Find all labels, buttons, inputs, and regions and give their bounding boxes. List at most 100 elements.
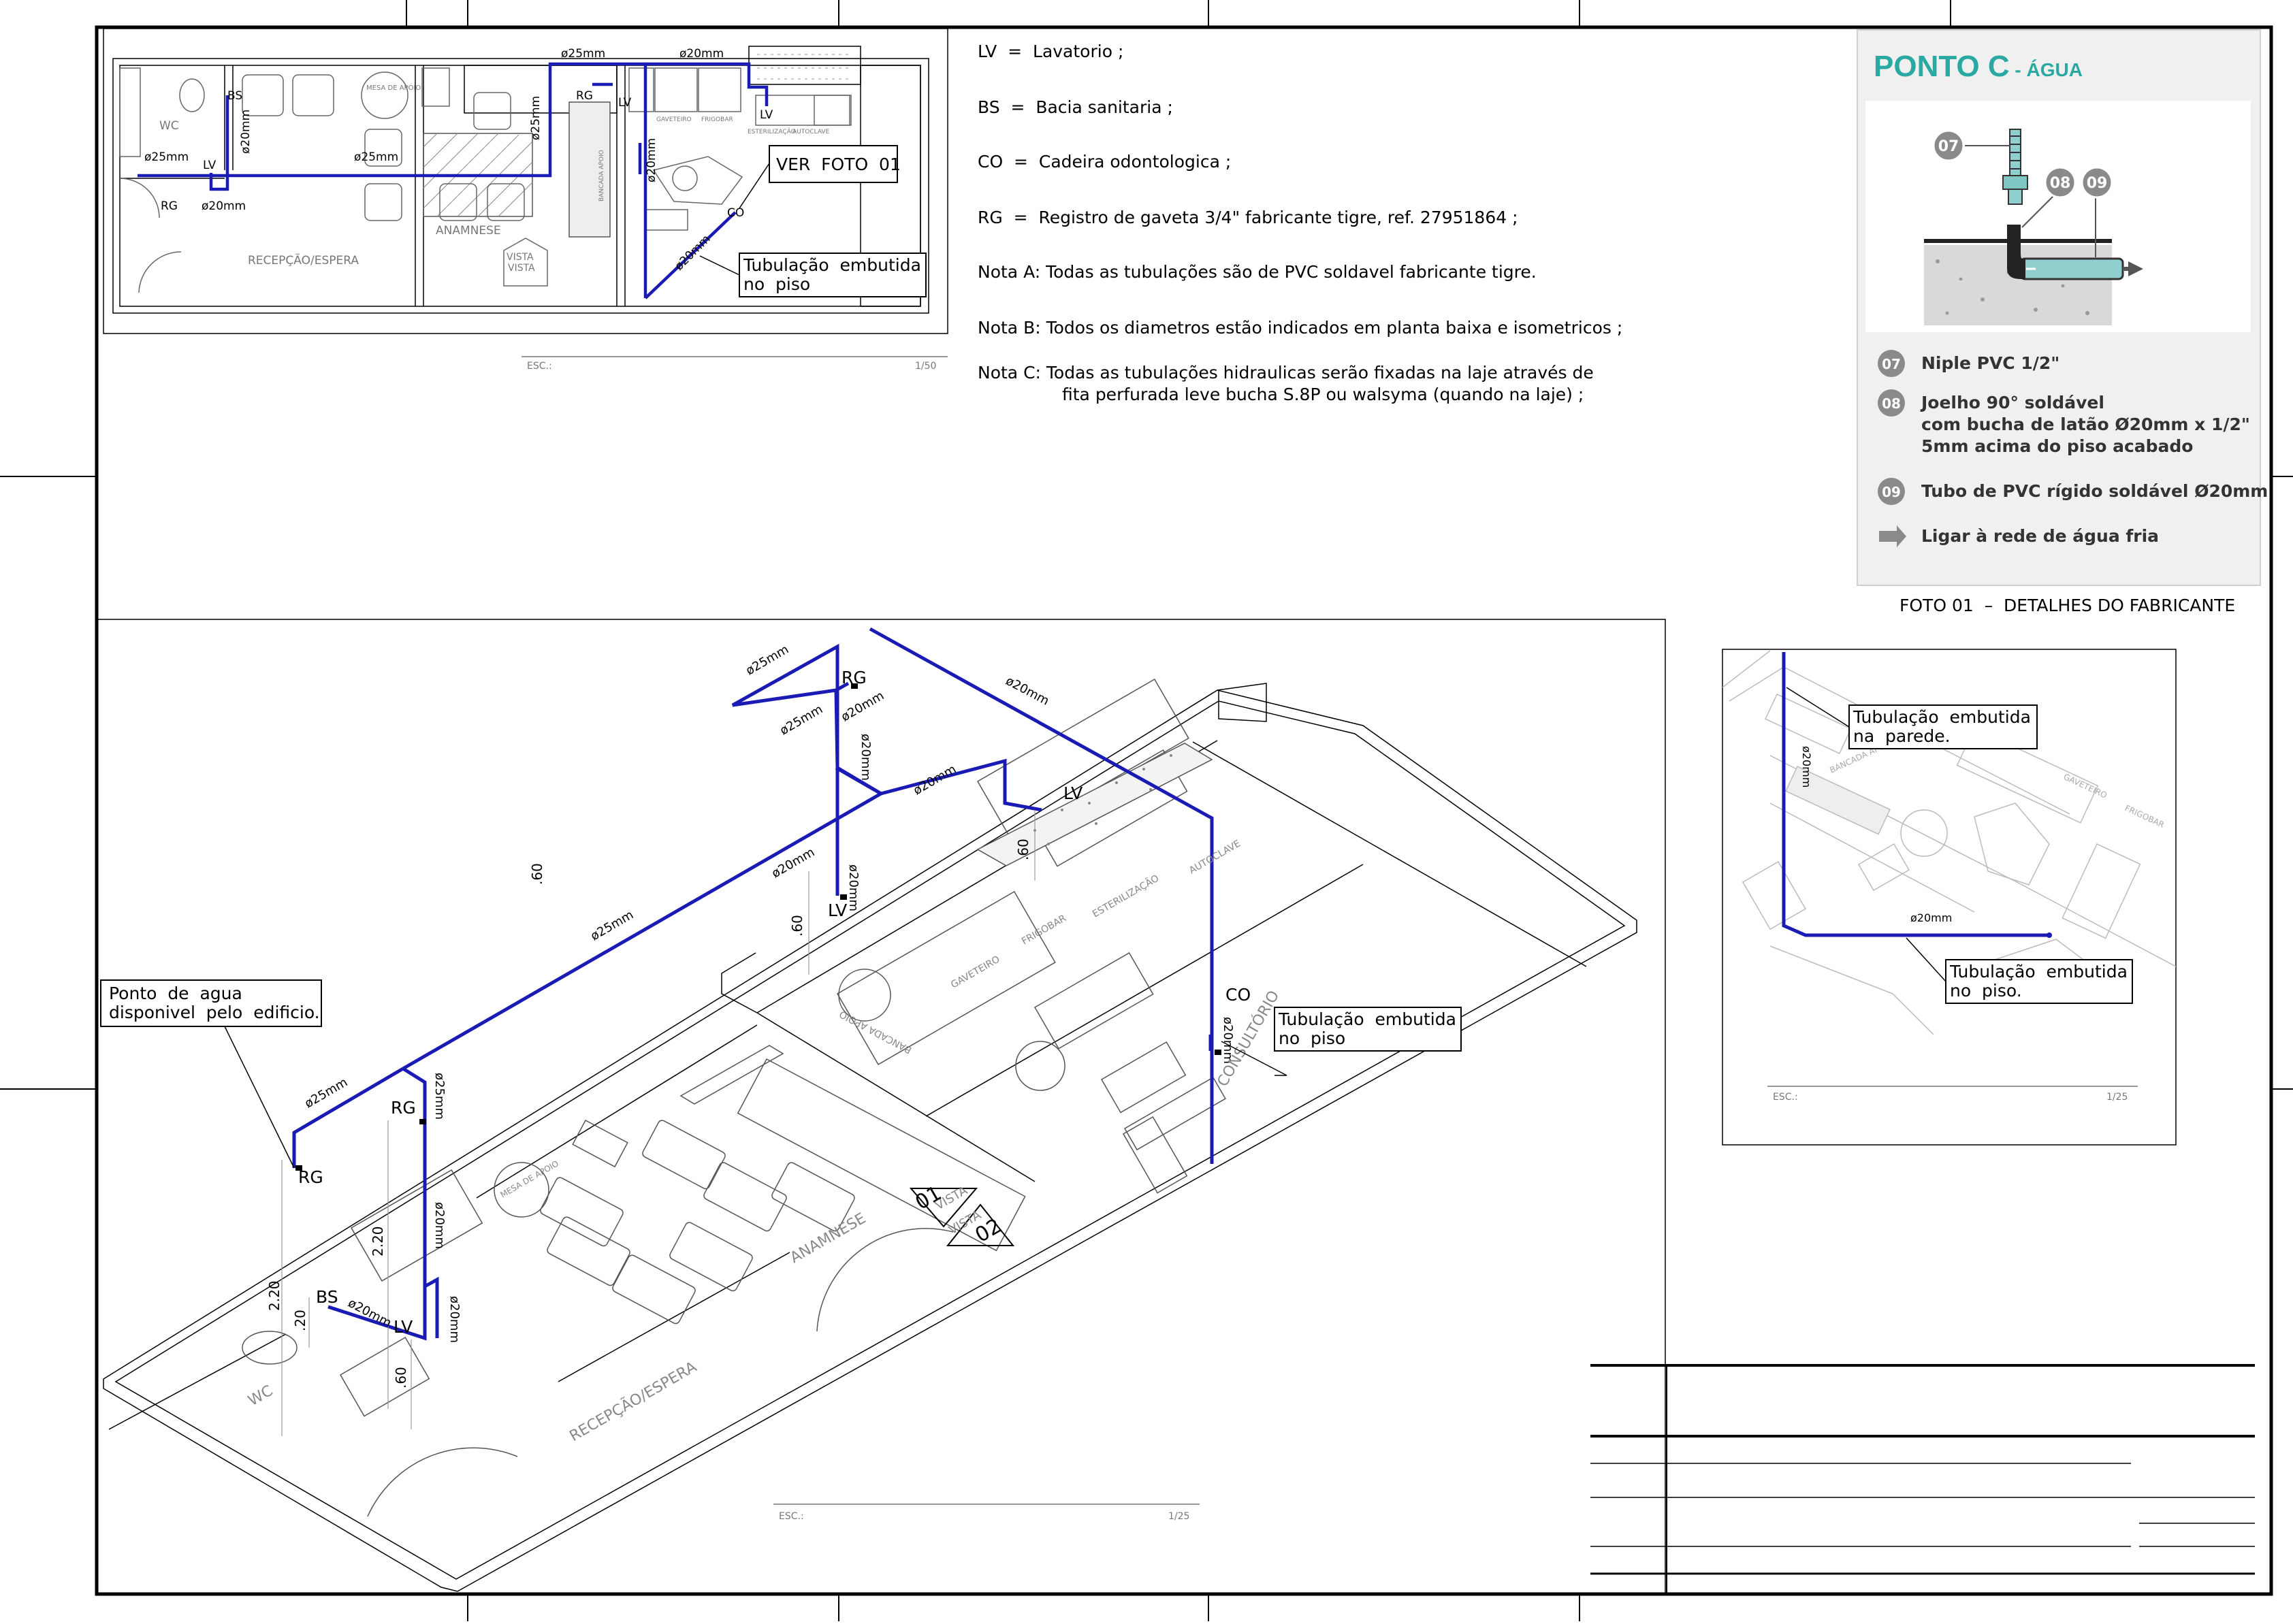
iso-room-recepcao: RECEPÇÃO/ESPERA: [566, 1357, 700, 1445]
iso-branch-lv-wc: [423, 1276, 439, 1338]
plan-dim-8: ø20mm: [679, 47, 724, 61]
note-c-line2: fita perfurada leve bucha S.8P ou walsym…: [1062, 385, 1584, 404]
iso-room-autoclave: AUTOCLAVE: [1187, 838, 1242, 876]
callout-07-label: 07: [1938, 138, 1959, 155]
note-a: Nota A: Todas as tubulações são de PVC s…: [978, 262, 1537, 282]
detail-callout-floor-l2: no piso.: [1950, 981, 2022, 1001]
iso-room-gaveteiro: GAVETEIRO: [949, 954, 1001, 990]
list-item-08-line3: 5mm acima do piso acabado: [1921, 436, 2193, 456]
list-badge-08-num: 08: [1882, 395, 1901, 412]
plan-equip-5: BANCADA APOIO: [598, 150, 605, 201]
list-badge-07-num: 07: [1882, 356, 1901, 372]
plan-callout-foto-text: VER FOTO 01: [776, 155, 901, 174]
legend-bs: BS = Bacia sanitaria ;: [978, 97, 1173, 117]
iso-h-5: 2.20: [266, 1280, 283, 1311]
iso-callout-floor-l1: Tubulação embutida: [1278, 1009, 1456, 1029]
iso-room-anamnese: ANAMNESE: [788, 1210, 869, 1267]
plan-room-mesa: MESA DE APOIO: [366, 84, 421, 92]
iso-run-lv: [880, 758, 1042, 812]
title-block: [1590, 1364, 2255, 1594]
plan-label-rg: RG: [161, 199, 178, 213]
iso-label-lv2: LV: [1063, 783, 1083, 803]
legend-lv: LV = Lavatorio ;: [978, 42, 1123, 61]
plan-label-lv2: LV: [618, 96, 632, 110]
iso-dim-2: ø25mm: [777, 702, 825, 738]
detail-callout-floor-l1: Tubulação embutida: [1949, 962, 2128, 981]
callout-09-label: 09: [2087, 175, 2108, 192]
plan-dim-4: ø20mm: [239, 110, 253, 154]
legend-notes: LV = Lavatorio ; BS = Bacia sanitaria ; …: [978, 42, 1622, 404]
detail-callout-wall-l1: Tubulação embutida: [1853, 707, 2031, 727]
list-item-connect: Ligar à rede de água fria: [1921, 526, 2159, 546]
iso-run-east: [869, 627, 1214, 1164]
iso-label-lv1: LV: [828, 900, 847, 920]
plan-room-wc: WC: [159, 119, 179, 133]
iso-dim-9: ø25mm: [432, 1073, 447, 1120]
plan-dim-3: ø25mm: [354, 150, 398, 164]
plan-dim-7: ø25mm: [561, 47, 605, 61]
list-item-07: Niple PVC 1/2": [1921, 353, 2059, 373]
plan-room-anamnese: ANAMNESE: [436, 224, 501, 238]
note-c-line1: Nota C: Todas as tubulações hidraulicas …: [978, 363, 1594, 383]
plan-dim-1: ø25mm: [144, 150, 189, 164]
detail-scale-value: 1/25: [2106, 1092, 2128, 1103]
iso-scale-label: ESC.:: [779, 1511, 804, 1522]
iso-h-1: .60: [789, 915, 805, 937]
plan-label-bs: BS: [227, 89, 242, 103]
plan-dim-9: ø20mm: [672, 232, 713, 273]
plan-equip-3: ESTERILIZAÇÃO: [748, 128, 796, 135]
note-b: Nota B: Todos os diametros estão indicad…: [978, 318, 1622, 338]
iso-label-rg2: RG: [391, 1098, 416, 1118]
list-item-08-line2: com bucha de latão Ø20mm x 1/2": [1921, 415, 2250, 434]
iso-callout-water-l1: Ponto de agua: [109, 984, 242, 1003]
plan-label-lv: LV: [203, 159, 217, 172]
iso-h-4: 2.20: [370, 1226, 386, 1256]
plan-scale-label: ESC.:: [527, 361, 552, 372]
iso-dim-5: ø20mm: [846, 864, 861, 911]
iso-label-bs: BS: [316, 1287, 338, 1307]
iso-room-wc: WC: [246, 1382, 276, 1410]
plan-callout-floor-l2: no piso: [743, 274, 810, 294]
plan-dim-6: ø20mm: [645, 138, 658, 182]
iso-dim-4: ø20mm: [859, 734, 873, 781]
iso-dim-13: ø20mm: [447, 1296, 462, 1343]
iso-callout-water-l2: disponivel pelo edificio.: [109, 1003, 320, 1022]
detail-scale-label: ESC.:: [1773, 1092, 1798, 1103]
iso-callout-floor-l2: no piso: [1279, 1028, 1345, 1048]
plan-equip-2: FRIGOBAR: [701, 116, 733, 123]
plan-equip-1: GAVETEIRO: [656, 116, 692, 123]
list-item-09: Tubo de PVC rígido soldável Ø20mm: [1921, 481, 2268, 501]
iso-dim-15: ø20mm: [769, 845, 817, 881]
iso-label-lv3: LV: [394, 1317, 413, 1337]
iso-room-frigobar: FRIGOBAR: [1020, 913, 1068, 947]
plan-label-rg2: RG: [576, 89, 593, 103]
list-badge-09-num: 09: [1882, 484, 1901, 500]
iso-room-esterilizacao: ESTERILIZAÇÃO: [1091, 873, 1161, 920]
detail-dim-1: ø20mm: [1800, 746, 1813, 787]
plan-pipe-east: [645, 62, 769, 106]
legend-co: CO = Cadeira odontologica ;: [978, 152, 1231, 172]
plan-equip-4: AUTOCLAVE: [792, 129, 830, 135]
iso-drop-lv1: [835, 766, 882, 796]
photo-panel: PONTO C - ÁGUA 07 08 09 07 Niple PVC 1/2…: [1857, 29, 2268, 586]
plan-callout-floor-l1: Tubulação embutida: [743, 255, 921, 275]
iso-dim-1: ø25mm: [743, 643, 791, 679]
iso-dim-3: ø20mm: [839, 689, 886, 725]
legend-rg: RG = Registro de gaveta 3/4" fabricante …: [978, 208, 1518, 227]
iso-label-rg1: RG: [841, 668, 867, 687]
callout-08-label: 08: [2050, 175, 2071, 192]
pvc-pipe-illustration: [2019, 257, 2124, 280]
iso-dim-10: ø20mm: [911, 762, 959, 798]
iso-h-6: .20: [292, 1310, 308, 1331]
iso-dim-6: ø20mm: [1004, 674, 1052, 709]
list-item-08: Joelho 90° soldável: [1920, 393, 2104, 412]
iso-h-7: .60: [529, 863, 545, 885]
detail-dim-2: ø20mm: [1910, 911, 1952, 924]
iso-riser-main: [292, 1067, 404, 1168]
plan-scale-value: 1/50: [915, 361, 936, 372]
plan-room-recepcao: RECEPÇÃO/ESPERA: [248, 253, 359, 267]
plan-vista-1: VISTA: [507, 252, 534, 263]
plan-label-lv3: LV: [760, 108, 773, 122]
floor-plan: ø25mm ø20mm ø25mm ø20mm ø25mm ø20mm ø25m…: [103, 28, 948, 372]
iso-room-bancada: BANCADA APOIO: [837, 1008, 913, 1055]
